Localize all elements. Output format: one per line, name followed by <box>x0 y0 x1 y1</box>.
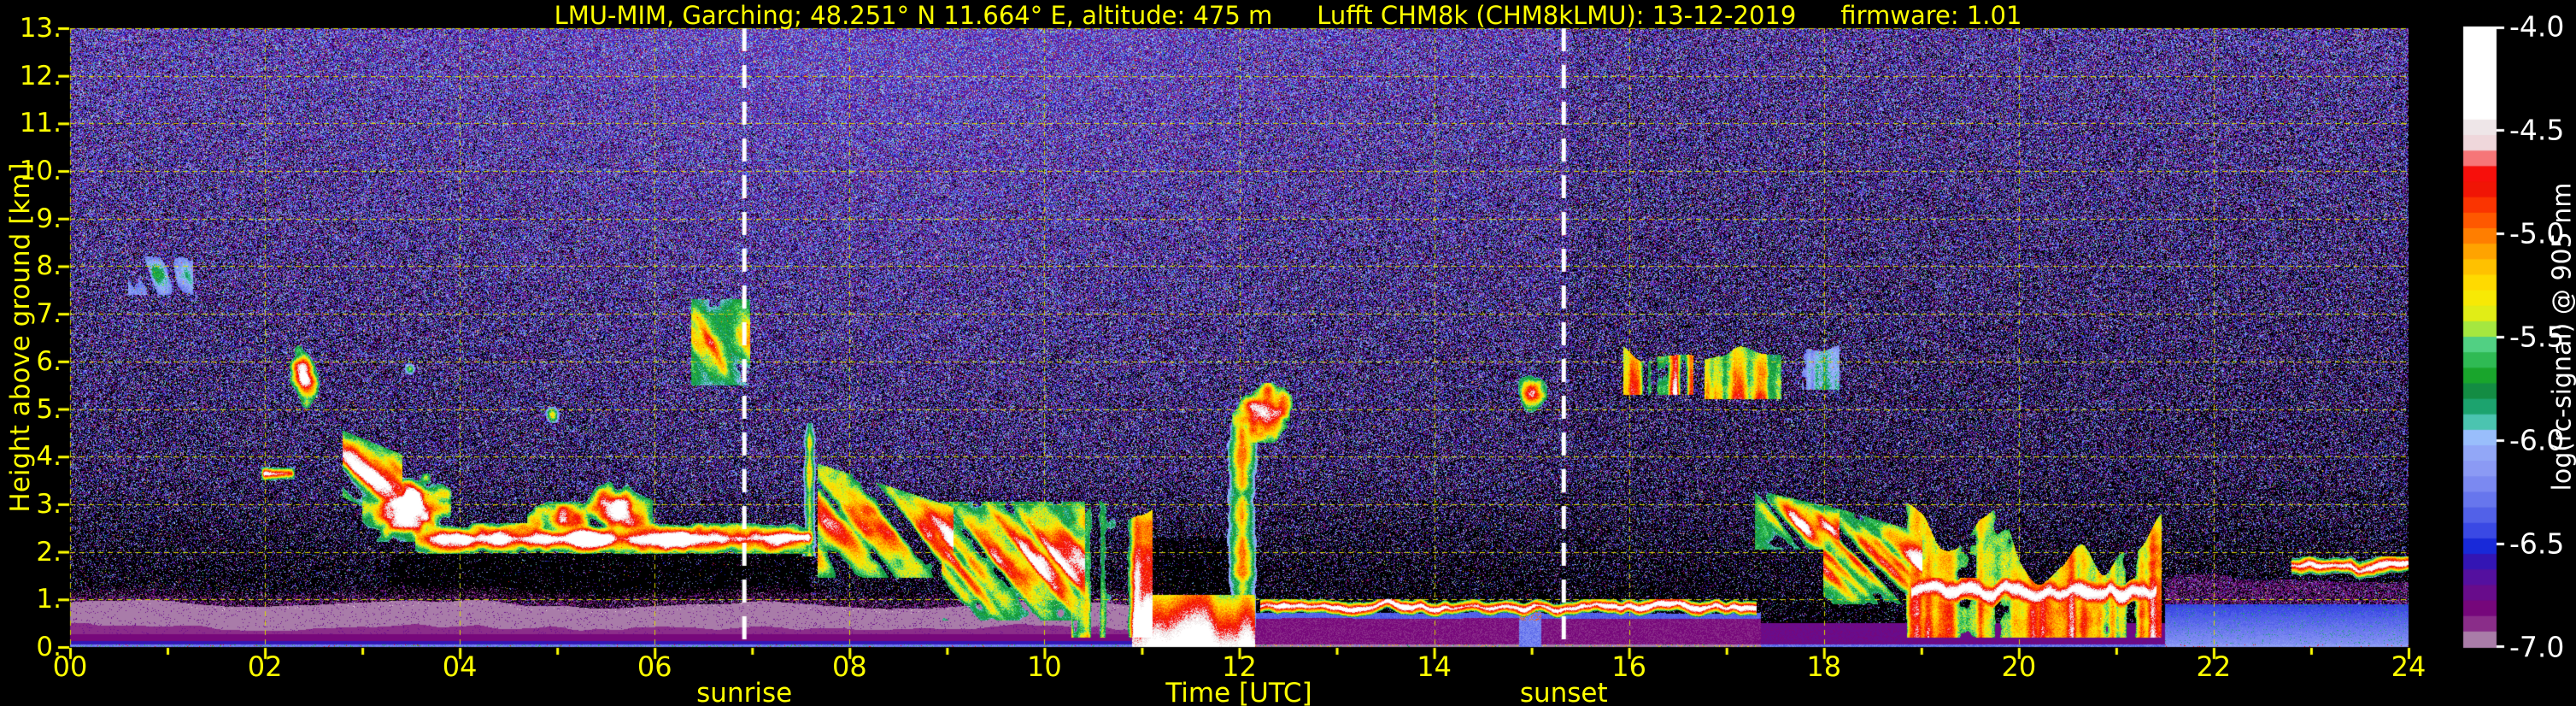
title-location: LMU-MIM, Garching; 48.251° N 11.664° E, … <box>554 1 1273 30</box>
y-tick-label: 10. <box>19 156 62 187</box>
colorbar-tick-label: -6.5 <box>2509 527 2565 561</box>
x-tick-label: 16 <box>1611 650 1647 683</box>
colorbar-tick-label: -4.0 <box>2509 9 2565 44</box>
sunrise-label: sunrise <box>696 678 793 706</box>
colorbar-tick-label: -5.5 <box>2509 320 2565 354</box>
y-tick-label: 7. <box>36 298 62 330</box>
colorbar-tick-label: -6.0 <box>2509 423 2565 457</box>
x-tick-label: 04 <box>442 650 478 683</box>
title-instrument: Lufft CHM8k (CHM8kLMU): 13-12-2019 <box>1317 1 1797 30</box>
x-tick-label: 22 <box>2196 650 2232 683</box>
y-tick-label: 12. <box>19 60 62 91</box>
y-tick-label: 2. <box>36 536 62 568</box>
colorbar-tick-label: -5.0 <box>2509 216 2565 250</box>
x-tick-label: 10 <box>1027 650 1062 683</box>
y-tick-label: 6. <box>36 345 62 377</box>
colorbar-tick-label: -4.5 <box>2509 113 2565 147</box>
y-tick-label: 1. <box>36 584 62 615</box>
x-tick-label: 14 <box>1417 650 1452 683</box>
y-tick-label: 8. <box>36 250 62 282</box>
y-tick-label: 4. <box>36 441 62 473</box>
title-firmware: firmware: 1.01 <box>1840 1 2022 30</box>
x-tick-label: 06 <box>637 650 672 683</box>
x-tick-label: 08 <box>831 650 867 683</box>
figure: LMU-MIM, Garching; 48.251° N 11.664° E, … <box>0 0 2576 706</box>
x-tick-label: 12 <box>1222 650 1257 683</box>
sunset-label: sunset <box>1519 678 1608 706</box>
colorbar-tick-label: -7.0 <box>2509 630 2565 664</box>
y-tick-label: 5. <box>36 393 62 425</box>
heatmap-canvas <box>0 0 2576 706</box>
x-tick-label: 20 <box>2001 650 2037 683</box>
y-tick-label: 3. <box>36 488 62 520</box>
y-tick-label: 0. <box>36 632 62 662</box>
y-tick-label: 13. <box>19 13 62 44</box>
plot-title: LMU-MIM, Garching; 48.251° N 11.664° E, … <box>0 1 2576 30</box>
x-tick-label: 02 <box>247 650 283 683</box>
x-tick-label: 24 <box>2391 650 2426 683</box>
y-tick-label: 9. <box>36 203 62 234</box>
y-tick-label: 11. <box>19 108 62 139</box>
x-tick-label: 18 <box>1806 650 1842 683</box>
